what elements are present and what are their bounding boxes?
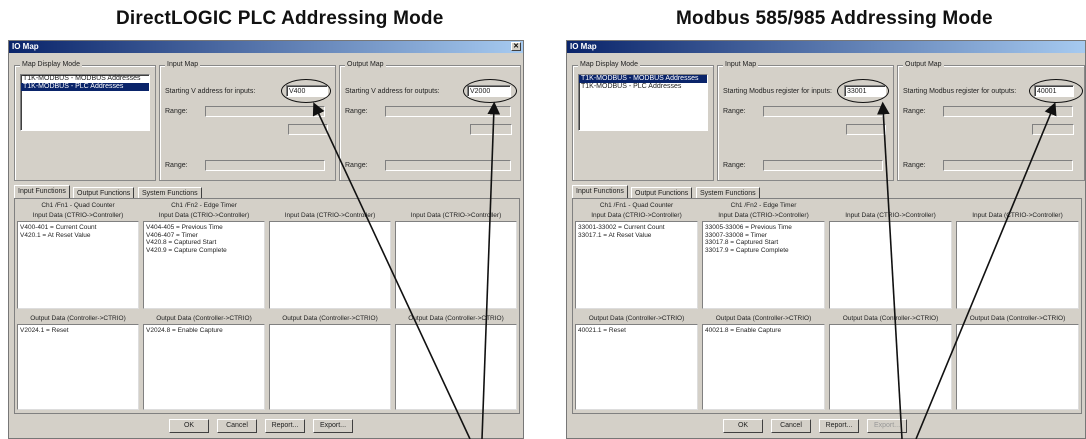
input-data-cell[interactable]: V404-405 = Previous Time V406-407 = Time… xyxy=(143,221,265,309)
output-data-cell[interactable]: V2024.8 = Enable Capture xyxy=(143,324,265,410)
range-field xyxy=(205,160,325,171)
input-start-label: Starting V address for inputs: xyxy=(165,88,255,95)
export-button: Export... xyxy=(867,419,907,433)
range-field xyxy=(763,160,883,171)
column-header: Ch1 /Fn2 - Edge Timer xyxy=(141,202,267,209)
tab-input-functions[interactable]: Input Functions xyxy=(572,185,628,199)
range-label: Range: xyxy=(165,162,188,169)
ok-button[interactable]: OK xyxy=(723,419,763,433)
map-display-label: Map Display Mode xyxy=(20,61,82,68)
io-map-window-left: IO Map ✕ Map Display Mode T1K-MODBUS - M… xyxy=(8,40,524,439)
input-data-header: Input Data (CTRIO->Controller) xyxy=(573,212,700,219)
highlight-ellipse xyxy=(1029,79,1083,103)
input-data-cell[interactable]: 33005-33006 = Previous Time 33007-33008 … xyxy=(702,221,825,309)
input-data-header: Input Data (CTRIO->Controller) xyxy=(700,212,827,219)
output-start-label: Starting Modbus register for outputs: xyxy=(903,88,1016,95)
function-grid: Ch1 /Fn1 - Quad Counter Ch1 /Fn2 - Edge … xyxy=(14,198,520,414)
input-data-header: Input Data (CTRIO->Controller) xyxy=(141,212,267,219)
report-button[interactable]: Report... xyxy=(819,419,859,433)
input-map-label: Input Map xyxy=(723,61,758,68)
output-data-header: Output Data (Controller->CTRIO) xyxy=(267,315,393,322)
input-data-cell[interactable]: 33001-33002 = Current Count 33017.1 = At… xyxy=(575,221,698,309)
input-data-header: Input Data (CTRIO->Controller) xyxy=(267,212,393,219)
output-data-header: Output Data (Controller->CTRIO) xyxy=(954,315,1081,322)
ok-button[interactable]: OK xyxy=(169,419,209,433)
range-field xyxy=(385,106,511,117)
cancel-button[interactable]: Cancel xyxy=(217,419,257,433)
report-button[interactable]: Report... xyxy=(265,419,305,433)
map-display-label: Map Display Mode xyxy=(578,61,640,68)
output-data-cell[interactable] xyxy=(829,324,952,410)
output-data-cell[interactable]: 40021.1 = Reset xyxy=(575,324,698,410)
close-icon[interactable]: ✕ xyxy=(511,42,521,51)
highlight-ellipse xyxy=(837,79,889,103)
export-button[interactable]: Export... xyxy=(313,419,353,433)
range-label: Range: xyxy=(345,108,368,115)
window-title: IO Map xyxy=(567,41,1085,53)
header-left: DirectLOGIC PLC Addressing Mode xyxy=(116,8,443,30)
output-data-cell[interactable] xyxy=(956,324,1079,410)
column-header: Ch1 /Fn2 - Edge Timer xyxy=(700,202,827,209)
header-right: Modbus 585/985 Addressing Mode xyxy=(676,8,993,30)
output-start-label: Starting V address for outputs: xyxy=(345,88,440,95)
column-header: Ch1 /Fn1 - Quad Counter xyxy=(15,202,141,209)
highlight-ellipse xyxy=(281,79,331,103)
output-map-label: Output Map xyxy=(903,61,944,68)
output-data-header: Output Data (Controller->CTRIO) xyxy=(15,315,141,322)
output-data-header: Output Data (Controller->CTRIO) xyxy=(573,315,700,322)
range-label: Range: xyxy=(723,162,746,169)
map-display-group: Map Display Mode T1K-MODBUS - MODBUS Add… xyxy=(572,65,714,181)
range-field xyxy=(846,124,886,135)
output-map-label: Output Map xyxy=(345,61,386,68)
map-display-group: Map Display Mode T1K-MODBUS - MODBUS Add… xyxy=(14,65,156,181)
range-field xyxy=(205,106,325,117)
output-data-header: Output Data (Controller->CTRIO) xyxy=(827,315,954,322)
io-map-window-right: IO Map Map Display Mode T1K-MODBUS - MOD… xyxy=(566,40,1086,439)
range-field xyxy=(470,124,512,135)
input-data-header: Input Data (CTRIO->Controller) xyxy=(15,212,141,219)
range-field xyxy=(1032,124,1074,135)
output-data-cell[interactable]: V2024.1 = Reset xyxy=(17,324,139,410)
column-header: Ch1 /Fn1 - Quad Counter xyxy=(573,202,700,209)
range-label: Range: xyxy=(345,162,368,169)
input-start-label: Starting Modbus register for inputs: xyxy=(723,88,832,95)
range-label: Range: xyxy=(903,108,926,115)
input-map-label: Input Map xyxy=(165,61,200,68)
map-mode-option[interactable]: T1K-MODBUS - PLC Addresses xyxy=(21,83,149,91)
range-field xyxy=(943,160,1073,171)
map-mode-option[interactable]: T1K-MODBUS - MODBUS Addresses xyxy=(579,75,707,83)
output-data-cell[interactable]: 40021.8 = Enable Capture xyxy=(702,324,825,410)
output-data-header: Output Data (Controller->CTRIO) xyxy=(393,315,519,322)
output-data-header: Output Data (Controller->CTRIO) xyxy=(141,315,267,322)
map-mode-list[interactable]: T1K-MODBUS - MODBUS Addresses T1K-MODBUS… xyxy=(578,74,708,131)
range-label: Range: xyxy=(165,108,188,115)
input-data-header: Input Data (CTRIO->Controller) xyxy=(827,212,954,219)
range-field xyxy=(763,106,883,117)
input-data-header: Input Data (CTRIO->Controller) xyxy=(954,212,1081,219)
map-mode-list[interactable]: T1K-MODBUS - MODBUS Addresses T1K-MODBUS… xyxy=(20,74,150,131)
range-label: Range: xyxy=(723,108,746,115)
tab-input-functions[interactable]: Input Functions xyxy=(14,185,70,199)
range-field xyxy=(288,124,328,135)
input-data-cell[interactable] xyxy=(269,221,391,309)
highlight-ellipse xyxy=(463,79,517,103)
map-mode-option[interactable]: T1K-MODBUS - MODBUS Addresses xyxy=(21,75,149,83)
function-grid: Ch1 /Fn1 - Quad Counter Ch1 /Fn2 - Edge … xyxy=(572,198,1082,414)
map-mode-option[interactable]: T1K-MODBUS - PLC Addresses xyxy=(579,83,707,91)
output-data-header: Output Data (Controller->CTRIO) xyxy=(700,315,827,322)
output-data-cell[interactable] xyxy=(269,324,391,410)
input-data-cell[interactable] xyxy=(829,221,952,309)
output-data-cell[interactable] xyxy=(395,324,517,410)
window-title: IO Map ✕ xyxy=(9,41,523,53)
input-data-cell[interactable]: V400-401 = Current Count V420.1 = At Res… xyxy=(17,221,139,309)
range-label: Range: xyxy=(903,162,926,169)
input-data-header: Input Data (CTRIO->Controller) xyxy=(393,212,519,219)
input-data-cell[interactable] xyxy=(956,221,1079,309)
cancel-button[interactable]: Cancel xyxy=(771,419,811,433)
range-field xyxy=(385,160,511,171)
range-field xyxy=(943,106,1073,117)
input-data-cell[interactable] xyxy=(395,221,517,309)
